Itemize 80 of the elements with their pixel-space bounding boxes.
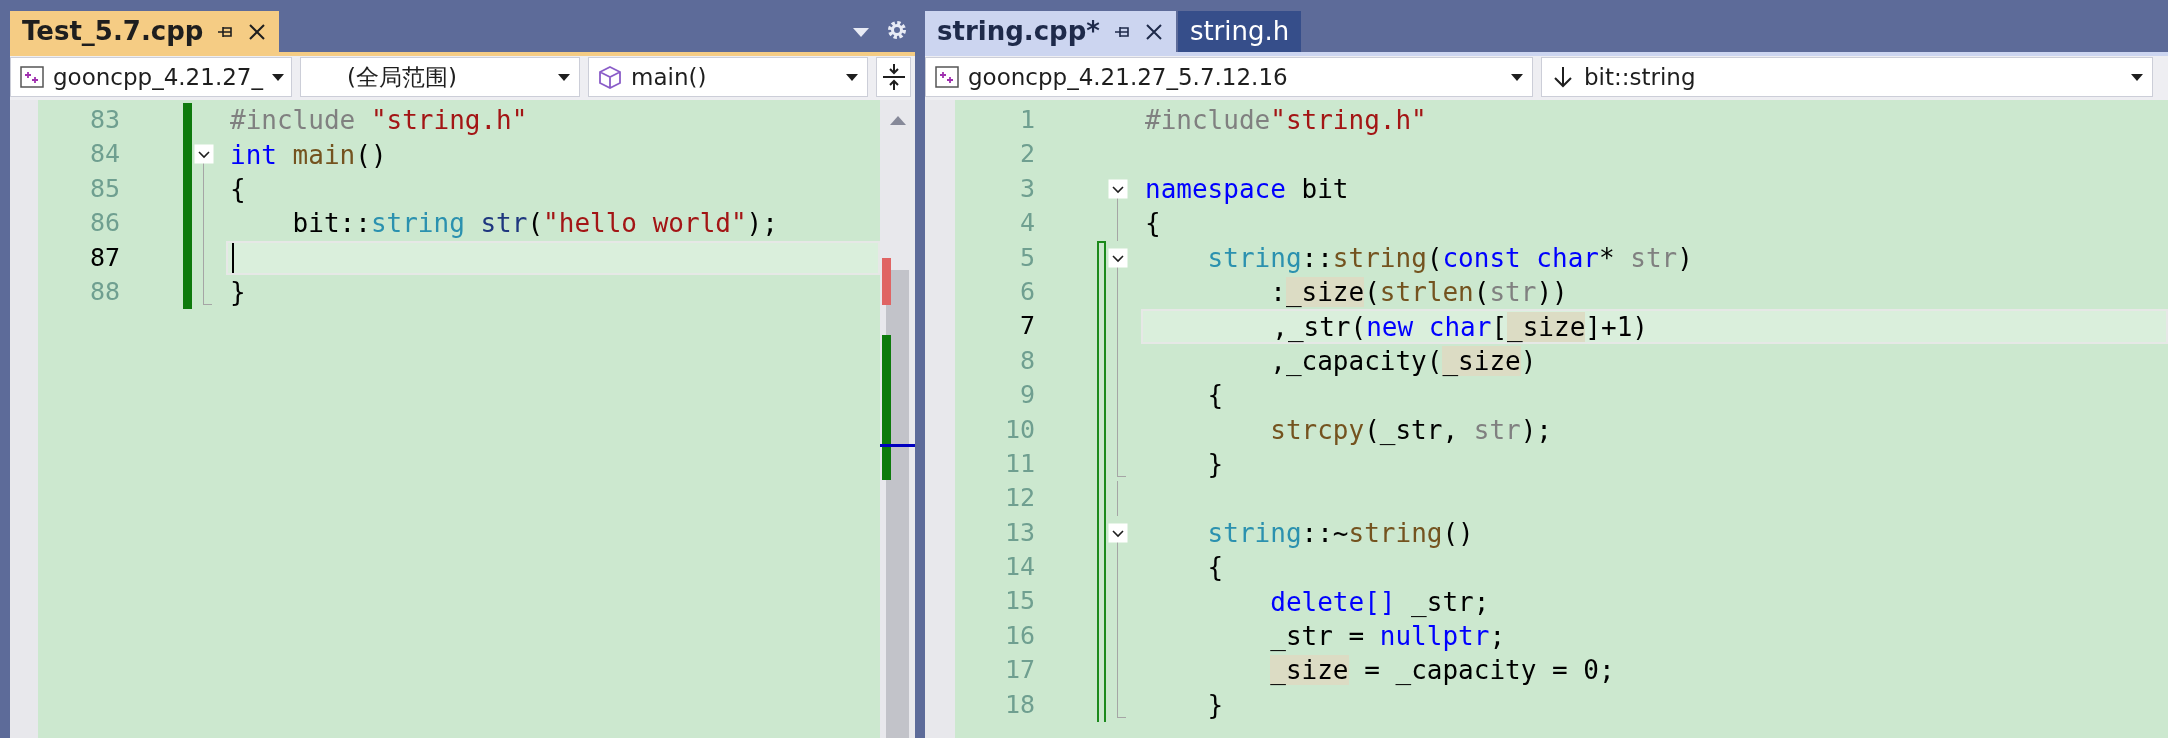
code-line: } [230, 277, 246, 308]
code-line: #include "string.h" [230, 105, 528, 136]
cube-icon [597, 65, 623, 89]
code-line: int main() [230, 139, 387, 170]
code-line: string::~string() [1206, 517, 1474, 548]
scope-dropdown[interactable]: bit::string [1541, 57, 2153, 97]
settings-icon[interactable] [885, 18, 909, 42]
code-line: ,_capacity(_size) [1269, 345, 1537, 376]
line-number: 8 [1018, 344, 1035, 377]
collapse-icon[interactable] [1108, 178, 1128, 199]
code-line: { [1206, 380, 1224, 411]
code-line: ,_str(new char[_size]+1) [1271, 311, 1648, 342]
line-number: 2 [1018, 138, 1035, 171]
code-line: } [1206, 689, 1224, 720]
project-dropdown[interactable]: gooncpp_4.21.27_5.7.12.16 [925, 57, 1533, 97]
fold-end-line [1117, 687, 1126, 719]
dropdown-icon[interactable] [851, 26, 871, 38]
member-dropdown[interactable]: main() [588, 57, 868, 97]
code-line: delete[] _str; [1269, 586, 1490, 617]
code-line: { [1206, 552, 1224, 583]
line-number: 13 [1003, 516, 1035, 549]
project-icon [19, 65, 45, 89]
line-number: 15 [1003, 585, 1035, 618]
line-number: 83 [88, 104, 120, 136]
document-tab[interactable]: string.h [1177, 11, 1302, 52]
line-number: 3 [1018, 172, 1035, 205]
code-line: { [230, 173, 246, 204]
line-number: 4 [1018, 207, 1035, 240]
project-icon [934, 65, 960, 89]
fold-guide-line [1117, 481, 1118, 516]
line-number: 85 [88, 172, 120, 205]
line-number: 10 [1003, 413, 1035, 446]
split-window-button[interactable] [876, 57, 911, 97]
vertical-scrollbar[interactable] [880, 100, 915, 738]
line-number: 17 [1003, 654, 1035, 687]
code-line: _str = nullptr; [1269, 621, 1506, 652]
fold-end-line [203, 274, 212, 306]
split-icon [881, 63, 907, 91]
collapse-icon[interactable] [194, 144, 214, 165]
collapse-icon[interactable] [1108, 247, 1128, 268]
line-number: 11 [1003, 447, 1035, 480]
document-tab[interactable]: string.cpp* [925, 11, 1176, 52]
line-number: 6 [1018, 275, 1035, 308]
caret-icon [845, 72, 859, 82]
line-number: 87 [88, 241, 120, 274]
code-line: namespace bit [1145, 173, 1349, 204]
line-number: 12 [1003, 482, 1035, 515]
fold-end-line [1117, 446, 1126, 478]
document-tab[interactable]: Test_5.7.cpp [10, 11, 280, 52]
line-number: 16 [1003, 619, 1035, 652]
close-icon[interactable] [1143, 21, 1164, 42]
project-dropdown[interactable]: gooncpp_4.21.27_ [10, 57, 292, 97]
code-line: bit::string str("hello world"); [291, 208, 778, 239]
scroll-up-icon[interactable] [888, 114, 908, 126]
line-number: 9 [1018, 379, 1035, 412]
text-cursor [232, 242, 234, 273]
caret-icon [557, 72, 571, 82]
line-number: 88 [88, 275, 120, 308]
collapse-icon[interactable] [1108, 522, 1128, 543]
line-number: 7 [1018, 310, 1035, 343]
code-line: strcpy(_str, str); [1269, 414, 1552, 445]
code-line: } [1206, 449, 1224, 480]
caret-position-marker [880, 444, 915, 447]
line-number: 86 [88, 207, 120, 240]
error-marker [882, 258, 891, 305]
code-line: _size = _capacity = 0; [1269, 655, 1615, 686]
close-icon[interactable] [247, 21, 268, 42]
caret-icon [2130, 72, 2144, 82]
code-line: { [1145, 208, 1161, 239]
line-number: 14 [1003, 551, 1035, 584]
caret-icon [1510, 72, 1524, 82]
line-number: 5 [1018, 241, 1035, 274]
code-line: :_size(strlen(str)) [1269, 277, 1568, 308]
line-number: 18 [1003, 688, 1035, 721]
code-line: #include"string.h" [1145, 105, 1427, 136]
code-line: string::string(const char* str) [1206, 242, 1693, 273]
line-number: 1 [1018, 104, 1035, 136]
caret-icon [270, 72, 285, 82]
line-number: 84 [88, 138, 120, 171]
scope-dropdown[interactable]: (全局范围) [300, 57, 580, 97]
